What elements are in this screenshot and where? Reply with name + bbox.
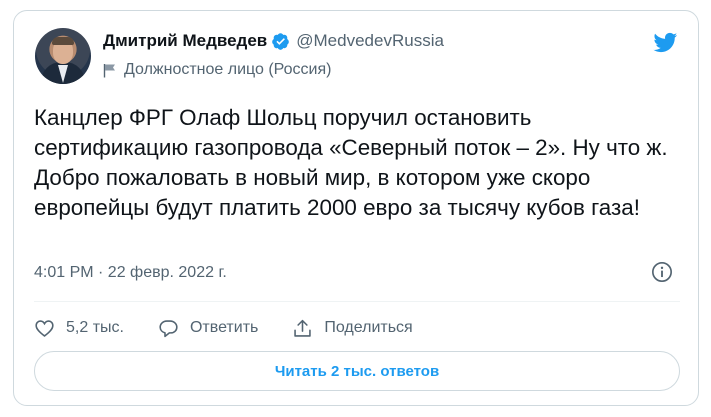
- reply-label: Ответить: [189, 319, 259, 336]
- twitter-bird-icon[interactable]: [650, 30, 680, 55]
- info-icon[interactable]: [651, 261, 673, 283]
- share-button[interactable]: Поделиться: [292, 318, 413, 339]
- tweet-actions: 5,2 тыс. Ответить Поделиться: [34, 313, 447, 343]
- tweet-text: Канцлер ФРГ Олаф Шольц поручил остановит…: [34, 105, 668, 220]
- tweet-timestamp[interactable]: 4:01 PM · 22 февр. 2022 г.: [34, 264, 227, 282]
- reply-button[interactable]: Ответить: [158, 318, 258, 339]
- read-replies-button[interactable]: Читать 2 тыс. ответов: [34, 351, 680, 391]
- divider: [34, 301, 680, 302]
- share-label: Поделиться: [324, 319, 413, 336]
- tweet-card[interactable]: Дмитрий Медведев @MedvedevRussia Должнос…: [13, 10, 699, 406]
- verified-badge-icon: [272, 32, 290, 50]
- government-label-text: Должностное лицо (Россия): [124, 61, 332, 78]
- heart-icon: [35, 319, 54, 337]
- like-count: 5,2 тыс.: [66, 319, 124, 336]
- author-display-name[interactable]: Дмитрий Медведев: [103, 31, 267, 51]
- author-row: Дмитрий Медведев @MedvedevRussia: [103, 31, 444, 51]
- author-handle[interactable]: @MedvedevRussia: [296, 31, 444, 51]
- like-button[interactable]: 5,2 тыс.: [34, 318, 124, 339]
- share-icon: [294, 319, 312, 337]
- flag-icon: [103, 63, 115, 77]
- government-label[interactable]: Должностное лицо (Россия): [103, 61, 331, 79]
- reply-icon: [159, 319, 178, 337]
- avatar[interactable]: [35, 28, 91, 84]
- read-replies-label: Читать 2 тыс. ответов: [274, 362, 440, 380]
